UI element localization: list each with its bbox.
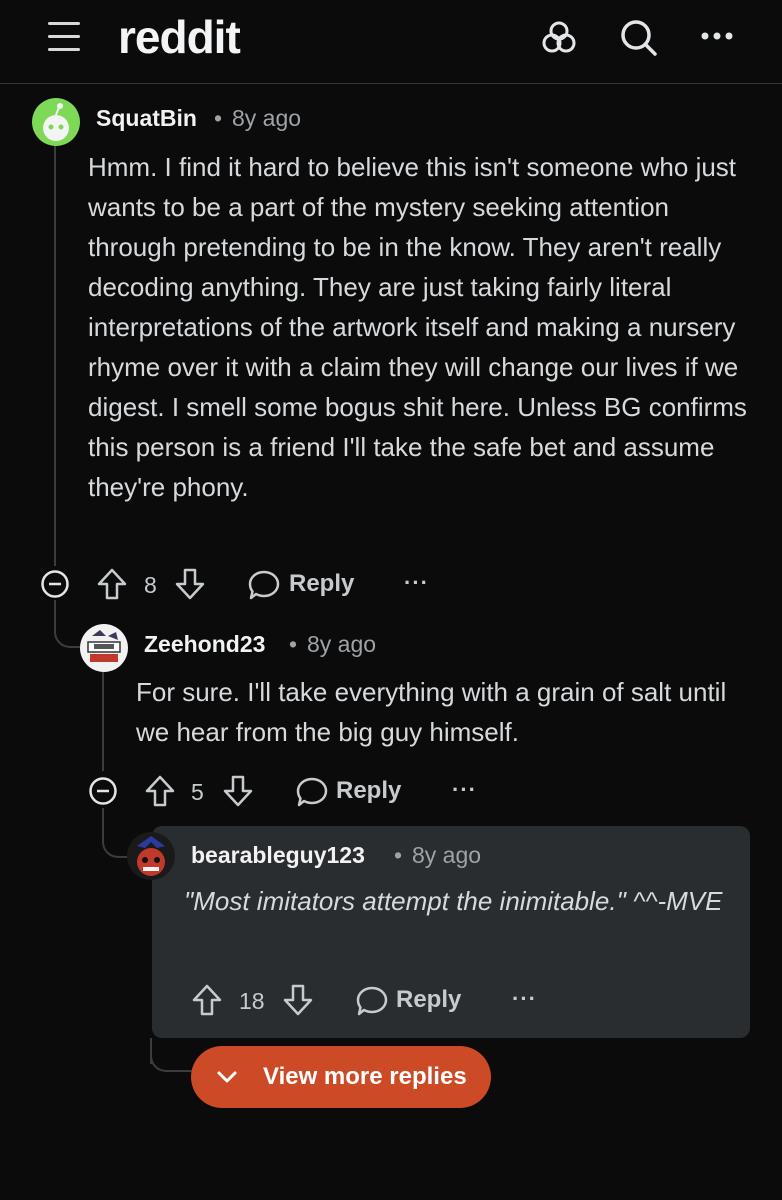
top-bar: reddit xyxy=(0,0,782,84)
vote-count: 8 xyxy=(144,572,157,598)
reply-button[interactable]: Reply xyxy=(336,777,401,805)
vote-count: 18 xyxy=(239,988,265,1014)
thread-line xyxy=(54,146,56,566)
chevron-down-icon xyxy=(215,1066,239,1088)
upvote-icon[interactable] xyxy=(96,567,128,601)
community-icon[interactable] xyxy=(537,16,581,60)
more-options-button[interactable]: ··· xyxy=(452,777,477,803)
comment-body: "Most imitators attempt the inimitable."… xyxy=(184,886,723,916)
menu-icon[interactable] xyxy=(48,22,80,52)
view-more-replies-button[interactable]: View more replies xyxy=(191,1046,491,1108)
reply-icon[interactable] xyxy=(295,775,329,809)
avatar[interactable] xyxy=(80,624,128,672)
downvote-icon[interactable] xyxy=(174,567,206,601)
reply-button[interactable]: Reply xyxy=(289,570,354,598)
upvote-icon[interactable] xyxy=(191,983,223,1017)
downvote-icon[interactable] xyxy=(222,774,254,808)
comment-username[interactable]: bearableguy123 xyxy=(191,842,365,869)
separator: • xyxy=(214,105,223,131)
comment-timestamp: 8y ago xyxy=(307,631,377,657)
thread-connector xyxy=(54,600,82,648)
comment-timestamp: 8y ago xyxy=(232,105,302,131)
comment-body: Hmm. I find it hard to believe this isn'… xyxy=(88,152,747,502)
view-more-replies-label: View more replies xyxy=(263,1063,467,1090)
separator: • xyxy=(394,842,403,868)
comment-body: For sure. I'll take everything with a gr… xyxy=(136,677,727,747)
vote-count: 5 xyxy=(191,779,204,805)
avatar[interactable] xyxy=(127,832,175,880)
comment-username[interactable]: Zeehond23 xyxy=(144,631,265,658)
thread-connector xyxy=(102,808,128,858)
more-options-button[interactable]: ··· xyxy=(404,570,429,596)
reply-icon[interactable] xyxy=(247,568,281,602)
reply-button[interactable]: Reply xyxy=(396,986,461,1014)
thread-line xyxy=(102,671,104,771)
separator: • xyxy=(289,631,298,657)
thread-connector xyxy=(150,1046,192,1072)
collapse-icon[interactable] xyxy=(40,569,70,599)
more-options-button[interactable]: ··· xyxy=(512,986,537,1012)
collapse-icon[interactable] xyxy=(88,776,118,806)
more-options-icon[interactable] xyxy=(697,22,741,66)
downvote-icon[interactable] xyxy=(282,983,314,1017)
comment-timestamp: 8y ago xyxy=(412,842,482,868)
search-icon[interactable] xyxy=(617,16,661,60)
reply-icon[interactable] xyxy=(355,984,389,1018)
upvote-icon[interactable] xyxy=(144,774,176,808)
comment-username[interactable]: SquatBin xyxy=(96,105,197,132)
avatar[interactable] xyxy=(32,98,80,146)
reddit-logo[interactable]: reddit xyxy=(118,10,241,64)
